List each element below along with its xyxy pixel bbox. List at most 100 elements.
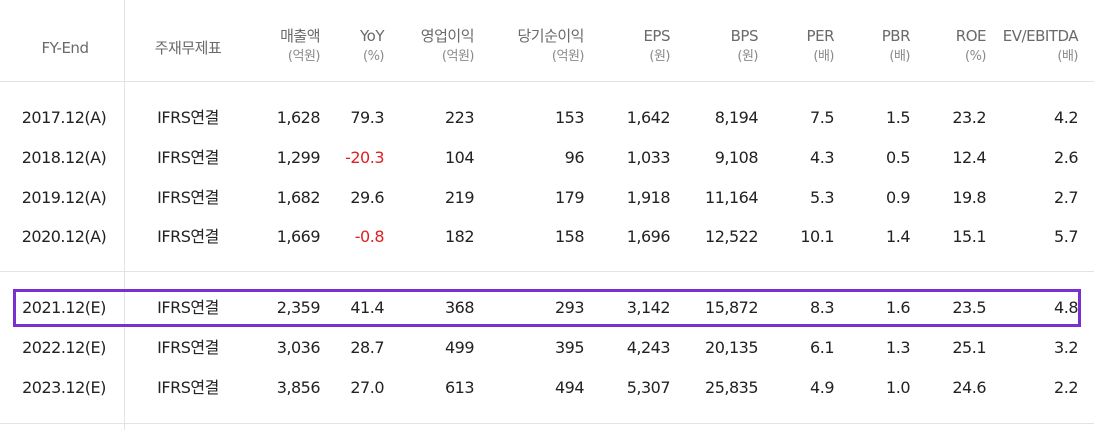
highlight-box-2021 (13, 289, 1081, 327)
per-cell: 4.9 (810, 378, 834, 397)
roe-cell: 15.1 (952, 227, 986, 246)
header-pbr: PBR (881, 27, 911, 45)
per-cell: 10.1 (800, 227, 834, 246)
header-bps-unit: (원) (737, 49, 758, 64)
pbr-cell: 0.5 (886, 148, 910, 167)
header-eps: EPS (643, 27, 670, 45)
pbr-cell: 1.4 (886, 227, 910, 246)
yoy-cell: -0.8 (354, 227, 385, 246)
bps-cell: 8,194 (714, 108, 759, 127)
header-per-unit: (배) (813, 49, 834, 64)
net-income-cell: 179 (554, 188, 585, 207)
header-pbr-unit: (배) (889, 49, 910, 64)
yoy-cell: 29.6 (350, 188, 384, 207)
header-divider (0, 81, 1094, 82)
eps-cell: 1,918 (626, 188, 671, 207)
ev-ebitda-cell: 3.2 (1054, 338, 1078, 357)
revenue-cell: 3,856 (276, 378, 321, 397)
table-bottom-border (0, 423, 1094, 424)
bps-cell: 12,522 (705, 227, 758, 246)
statement-type-cell: IFRS연결 (157, 188, 219, 207)
revenue-cell: 1,299 (276, 148, 321, 167)
revenue-cell: 1,628 (276, 108, 321, 127)
header-yoy-unit: (%) (363, 49, 385, 64)
net-income-cell: 494 (554, 378, 585, 397)
per-cell: 7.5 (810, 108, 834, 127)
bps-cell: 11,164 (705, 188, 758, 207)
pbr-cell: 0.9 (886, 188, 910, 207)
per-cell: 4.3 (810, 148, 834, 167)
roe-cell: 23.2 (952, 108, 986, 127)
header-ev-ebitda-unit: (배) (1057, 49, 1078, 64)
operating-profit-cell: 104 (444, 148, 475, 167)
column-divider (124, 0, 125, 430)
header-eps-unit: (원) (649, 49, 670, 64)
header-revenue-unit: (억원) (287, 49, 321, 64)
header-operating-profit-unit: (억원) (441, 49, 475, 64)
header-yoy: YoY (359, 27, 385, 45)
bps-cell: 25,835 (705, 378, 758, 397)
ev-ebitda-cell: 2.6 (1054, 148, 1078, 167)
ev-ebitda-cell: 2.2 (1054, 378, 1078, 397)
statement-type-cell: IFRS연결 (157, 227, 219, 246)
fy-end-cell: 2018.12(A) (21, 148, 107, 167)
statement-type-cell: IFRS연결 (157, 108, 219, 127)
header-ev-ebitda: EV/EBITDA (1002, 27, 1079, 45)
header-per: PER (806, 27, 835, 45)
header-bps: BPS (730, 27, 759, 45)
pbr-cell: 1.0 (886, 378, 910, 397)
fy-end-cell: 2020.12(A) (21, 227, 107, 246)
revenue-cell: 3,036 (276, 338, 321, 357)
header-revenue: 매출액 (280, 27, 320, 45)
bps-cell: 9,108 (714, 148, 759, 167)
yoy-cell: 79.3 (350, 108, 384, 127)
net-income-cell: 395 (554, 338, 585, 357)
net-income-cell: 96 (564, 148, 585, 167)
fy-end-cell: 2023.12(E) (22, 378, 106, 397)
header-fy-end: FY-End (41, 39, 89, 57)
roe-cell: 25.1 (952, 338, 986, 357)
bps-cell: 20,135 (705, 338, 758, 357)
eps-cell: 4,243 (626, 338, 671, 357)
roe-cell: 24.6 (952, 378, 986, 397)
net-income-cell: 153 (554, 108, 585, 127)
header-main-statement: 주재무제표 (154, 39, 222, 57)
fy-end-cell: 2019.12(A) (21, 188, 107, 207)
pbr-cell: 1.5 (886, 108, 910, 127)
eps-cell: 1,642 (626, 108, 671, 127)
financial-table: FY-End 주재무제표 매출액 (억원) YoY (%) 영업이익 (억원) … (0, 0, 1094, 430)
operating-profit-cell: 219 (444, 188, 475, 207)
roe-cell: 12.4 (952, 148, 986, 167)
header-net-income-unit: (억원) (551, 49, 585, 64)
fy-end-cell: 2017.12(A) (21, 108, 107, 127)
ev-ebitda-cell: 4.2 (1054, 108, 1078, 127)
header-operating-profit: 영업이익 (420, 27, 475, 45)
yoy-cell: 28.7 (350, 338, 384, 357)
eps-cell: 1,033 (626, 148, 671, 167)
revenue-cell: 1,682 (276, 188, 321, 207)
operating-profit-cell: 182 (444, 227, 475, 246)
revenue-cell: 1,669 (276, 227, 321, 246)
yoy-cell: 27.0 (350, 378, 384, 397)
ev-ebitda-cell: 5.7 (1054, 227, 1078, 246)
statement-type-cell: IFRS연결 (157, 378, 219, 397)
fy-end-cell: 2022.12(E) (22, 338, 106, 357)
per-cell: 5.3 (810, 188, 834, 207)
group-divider (0, 271, 1094, 272)
statement-type-cell: IFRS연결 (157, 148, 219, 167)
net-income-cell: 158 (554, 227, 585, 246)
ev-ebitda-cell: 2.7 (1054, 188, 1078, 207)
eps-cell: 1,696 (626, 227, 671, 246)
eps-cell: 5,307 (626, 378, 671, 397)
roe-cell: 19.8 (952, 188, 986, 207)
operating-profit-cell: 613 (444, 378, 475, 397)
pbr-cell: 1.3 (886, 338, 910, 357)
header-net-income: 당기순이익 (517, 27, 584, 45)
statement-type-cell: IFRS연결 (157, 338, 219, 357)
yoy-cell: -20.3 (345, 148, 384, 167)
header-roe: ROE (955, 27, 987, 45)
operating-profit-cell: 223 (444, 108, 475, 127)
per-cell: 6.1 (810, 338, 834, 357)
header-roe-unit: (%) (965, 49, 987, 64)
operating-profit-cell: 499 (444, 338, 475, 357)
